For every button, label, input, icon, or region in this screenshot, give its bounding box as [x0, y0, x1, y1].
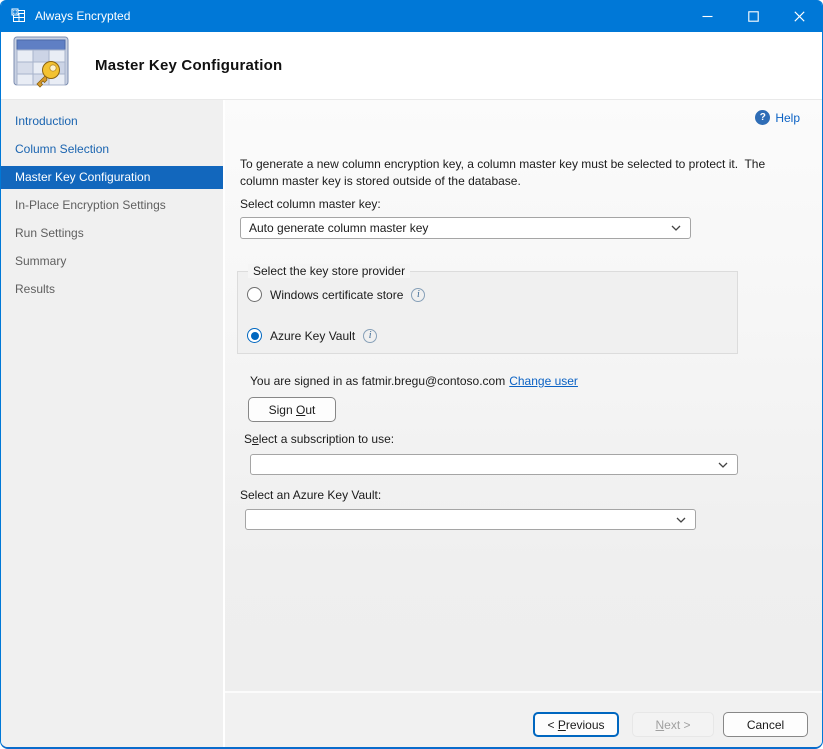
intro-text: To generate a new column encryption key,… [240, 156, 806, 190]
app-icon [11, 8, 27, 24]
master-key-combobox-value: Auto generate column master key [249, 221, 670, 235]
info-icon[interactable]: i [411, 288, 425, 302]
vault-combobox[interactable] [245, 509, 696, 530]
provider-groupbox: Select the key store provider Windows ce… [237, 271, 738, 354]
footer-bar: < Previous Next > Cancel [225, 691, 822, 747]
radio-label: Windows certificate store [270, 288, 403, 302]
previous-button[interactable]: < Previous [533, 712, 619, 737]
cancel-button[interactable]: Cancel [723, 712, 808, 737]
chevron-down-icon [670, 224, 682, 232]
sidebar: Introduction Column Selection Master Key… [1, 100, 225, 747]
subscription-combobox[interactable] [250, 454, 738, 475]
master-key-combobox[interactable]: Auto generate column master key [240, 217, 691, 239]
sidebar-item-run-settings: Run Settings [1, 222, 223, 245]
provider-groupbox-legend: Select the key store provider [248, 264, 410, 278]
info-icon[interactable]: i [363, 329, 377, 343]
help-link[interactable]: ? Help [755, 110, 800, 125]
maximize-button[interactable] [730, 0, 776, 32]
sidebar-item-results: Results [1, 278, 223, 301]
help-label: Help [775, 111, 800, 125]
radio-azure-key-vault[interactable]: Azure Key Vault i [247, 328, 377, 343]
always-encrypted-window: Always Encrypted [0, 0, 823, 749]
radio-circle-selected-icon[interactable] [247, 328, 262, 343]
change-user-link[interactable]: Change user [509, 374, 578, 388]
sidebar-item-master-key-configuration[interactable]: Master Key Configuration [1, 166, 223, 189]
sign-out-button[interactable]: Sign Out [248, 397, 336, 422]
master-key-label: Select column master key: [240, 197, 381, 211]
sidebar-item-introduction[interactable]: Introduction [1, 110, 223, 133]
signed-in-text: You are signed in as fatmir.bregu@contos… [250, 374, 578, 388]
radio-circle-icon[interactable] [247, 287, 262, 302]
sidebar-item-column-selection[interactable]: Column Selection [1, 138, 223, 161]
chevron-down-icon [675, 516, 687, 524]
table-key-icon [13, 36, 71, 95]
sidebar-item-summary: Summary [1, 250, 223, 273]
close-button[interactable] [776, 0, 822, 32]
next-button: Next > [632, 712, 714, 737]
radio-windows-certificate-store[interactable]: Windows certificate store i [247, 287, 425, 302]
chevron-down-icon [717, 461, 729, 469]
vault-label: Select an Azure Key Vault: [240, 488, 381, 502]
subscription-label: Select a subscription to use: [244, 432, 394, 446]
radio-label: Azure Key Vault [270, 329, 355, 343]
page-title: Master Key Configuration [95, 57, 282, 74]
minimize-button[interactable] [684, 0, 730, 32]
wizard-header: Master Key Configuration [1, 32, 822, 100]
window-title: Always Encrypted [35, 9, 130, 23]
help-icon: ? [755, 110, 770, 125]
sidebar-item-in-place-encryption-settings: In-Place Encryption Settings [1, 194, 223, 217]
titlebar: Always Encrypted [1, 0, 822, 32]
content-pane: ? Help To generate a new column encrypti… [225, 100, 822, 691]
